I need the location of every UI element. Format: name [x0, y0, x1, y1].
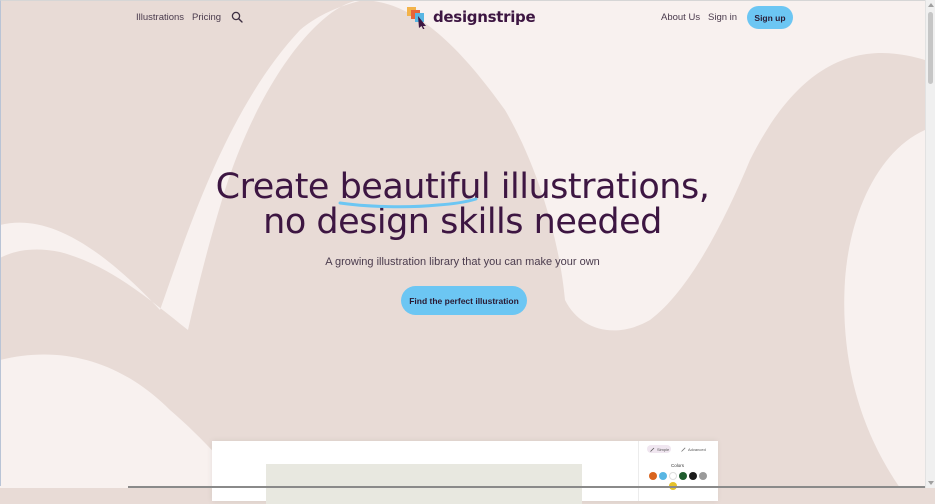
hero: Create beautiful illustrations, no desig…	[0, 170, 925, 269]
search-icon[interactable]	[231, 11, 243, 23]
nav-pricing-link[interactable]: Pricing	[192, 12, 221, 23]
editor-preview: Simple Advanced Colors	[212, 441, 718, 504]
find-illustration-button[interactable]: Find the perfect illustration	[401, 286, 527, 315]
logo[interactable]: designstripe	[405, 5, 536, 29]
headline-post: illustrations,	[490, 167, 710, 207]
color-swatch-white[interactable]	[669, 472, 677, 480]
nav-signin-link[interactable]: Sign in	[708, 12, 737, 23]
scroll-up-icon[interactable]	[928, 3, 934, 7]
color-swatch-orange[interactable]	[649, 472, 657, 480]
pencil-icon	[681, 447, 686, 452]
tab-simple[interactable]: Simple	[647, 445, 671, 453]
tab-advanced-label: Advanced	[688, 446, 706, 452]
nav-about-link[interactable]: About Us	[661, 12, 700, 23]
scroll-thumb[interactable]	[928, 12, 933, 84]
color-swatch-blue[interactable]	[659, 472, 667, 480]
headline-highlight-word: beautiful	[338, 170, 491, 209]
nav-illustrations-link[interactable]: Illustrations	[136, 12, 184, 23]
colors-label: Colors	[671, 463, 685, 468]
editor-side-panel: Simple Advanced Colors	[638, 441, 718, 501]
editor-canvas	[266, 464, 582, 504]
hero-headline: Create beautiful illustrations, no desig…	[0, 170, 925, 240]
hero-subtitle: A growing illustration library that you …	[325, 256, 600, 268]
signup-button[interactable]: Sign up	[747, 6, 793, 29]
logo-text: designstripe	[433, 8, 536, 26]
color-swatch-green[interactable]	[679, 472, 687, 480]
headline-pre: Create	[215, 167, 340, 207]
color-swatch-black[interactable]	[689, 472, 697, 480]
vertical-scrollbar[interactable]	[925, 0, 935, 488]
logo-mark-icon	[407, 7, 426, 29]
color-swatch-gray[interactable]	[699, 472, 707, 480]
tab-simple-label: Simple	[657, 446, 670, 452]
scroll-down-icon[interactable]	[928, 481, 934, 485]
top-nav: Illustrations Pricing designstripe About…	[0, 0, 925, 36]
wand-icon	[650, 447, 655, 452]
underline-swoosh-icon	[338, 197, 478, 209]
tab-advanced[interactable]: Advanced	[681, 445, 709, 453]
